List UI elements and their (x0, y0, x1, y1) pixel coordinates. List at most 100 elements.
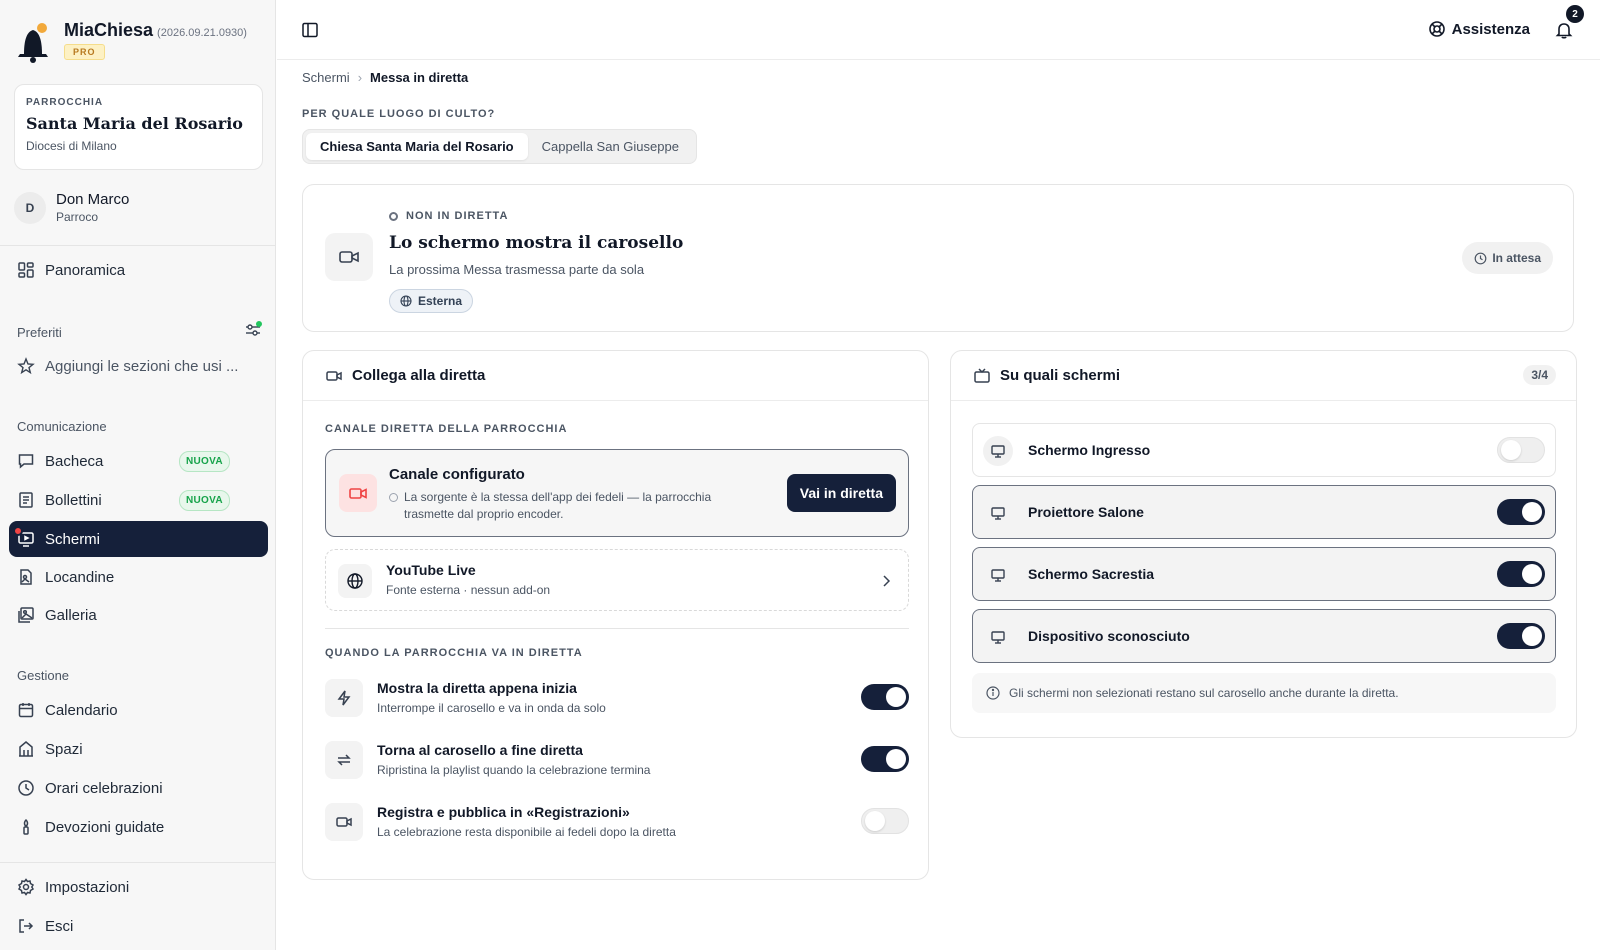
sidebar-item-impostazioni[interactable]: Impostazioni (9, 869, 268, 905)
status-subtitle: La prossima Messa trasmessa parte da sol… (389, 262, 645, 277)
venue-option-cappella[interactable]: Cappella San Giuseppe (528, 133, 693, 160)
option-show-live: Mostra la diretta appena inizia Interrom… (325, 677, 909, 717)
option-title: Mostra la diretta appena inizia (377, 680, 577, 696)
user-name: Don Marco (56, 191, 130, 208)
screen-item[interactable]: Schermo Sacrestia (972, 547, 1556, 601)
breadcrumb-parent[interactable]: Schermi (302, 70, 350, 85)
sidebar-item-spazi[interactable]: Spazi (9, 731, 268, 767)
monitor-icon (991, 507, 1005, 520)
source-chip: Esterna (389, 289, 474, 313)
help-button[interactable]: Assistenza (1428, 20, 1530, 38)
option-subtitle: Interrompe il carosello e va in onda da … (377, 701, 606, 715)
monitor-icon-box (983, 622, 1013, 652)
channel-description-text: La sorgente è la stessa dell'app dei fed… (404, 490, 712, 521)
back-to-carousel-toggle[interactable] (861, 746, 909, 772)
tv-icon (974, 367, 990, 383)
screen-toggle[interactable] (1497, 623, 1545, 649)
sidebar-item-bollettini[interactable]: Bollettini NUOVA (9, 482, 268, 518)
record-publish-toggle[interactable] (861, 808, 909, 834)
sidebar-item-bacheca[interactable]: Bacheca NUOVA (9, 443, 268, 479)
repeat-icon (337, 754, 351, 766)
top-bar: Assistenza 2 (277, 0, 1600, 60)
new-badge: NUOVA (179, 450, 230, 472)
screen-toggle[interactable] (1497, 561, 1545, 587)
sidebar-item-label: Bacheca (45, 452, 104, 470)
screens-card-header: Su quali schermi (951, 351, 1576, 401)
sidebar-item-label: Impostazioni (45, 878, 130, 896)
lifebuoy-icon (1428, 21, 1445, 37)
monitor-icon-box (983, 560, 1013, 590)
connect-live-card: Collega alla diretta CANALE DIRETTA DELL… (302, 350, 929, 880)
sidebar-item-locandine[interactable]: Locandine (9, 559, 268, 595)
screen-name: Proiettore Salone (1028, 504, 1144, 520)
sidebar-item-label: Orari celebrazioni (45, 779, 163, 797)
sidebar-item-schermi[interactable]: Schermi (9, 521, 268, 557)
divider (0, 245, 276, 246)
parish-card[interactable]: PARROCCHIA Santa Maria del Rosario Dioce… (14, 84, 263, 170)
chevron-right-icon (883, 575, 891, 587)
monitor-icon-box (983, 436, 1013, 466)
parish-label: PARROCCHIA (26, 97, 104, 108)
go-live-button[interactable]: Vai in diretta (786, 474, 896, 512)
configured-channel[interactable]: Canale configurato La sorgente è la stes… (325, 449, 909, 537)
option-title: Registra e pubblica in «Registrazioni» (377, 804, 630, 820)
venue-option-chiesa[interactable]: Chiesa Santa Maria del Rosario (306, 133, 528, 160)
video-camera-icon (336, 817, 352, 827)
sidebar-item-panoramica[interactable]: Panoramica (9, 252, 268, 288)
brand[interactable]: MiaChiesa (2026.09.21.0930) PRO (16, 20, 247, 64)
brand-version: (2026.09.21.0930) (157, 27, 247, 39)
sidebar-item-devozioni[interactable]: Devozioni guidate (9, 809, 268, 845)
channel-section-label: CANALE DIRETTA DELLA PARROCCHIA (325, 423, 568, 435)
screen-item[interactable]: Dispositivo sconosciuto (972, 609, 1556, 663)
screen-item[interactable]: Schermo Ingresso (972, 423, 1556, 477)
screens-card-title: Su quali schermi (1000, 367, 1121, 384)
sidebar-item-orari[interactable]: Orari celebrazioni (9, 770, 268, 806)
sidebar-item-esci[interactable]: Esci (9, 908, 268, 944)
sidebar-item-galleria[interactable]: Galleria (9, 597, 268, 633)
divider (325, 628, 909, 629)
edit-favorites-icon[interactable] (244, 321, 262, 339)
youtube-live-source[interactable]: YouTube Live Fonte esterna · nessun add-… (325, 549, 909, 611)
connect-card-header: Collega alla diretta (303, 351, 928, 401)
option-subtitle: Ripristina la playlist quando la celebra… (377, 763, 651, 777)
screen-toggle[interactable] (1497, 437, 1545, 463)
sidebar-item-label: Devozioni guidate (45, 818, 165, 836)
monitor-icon (991, 569, 1005, 582)
screen-item[interactable]: Proiettore Salone (972, 485, 1556, 539)
toggle-sidebar-icon[interactable] (301, 21, 319, 39)
poster-icon (20, 569, 32, 585)
sidebar-item-calendario[interactable]: Calendario (9, 692, 268, 728)
calendar-icon (18, 703, 34, 718)
bell-icon (1555, 23, 1573, 39)
show-live-toggle[interactable] (861, 684, 909, 710)
parish-diocese: Diocesi di Milano (26, 139, 117, 153)
channel-icon-box (339, 474, 377, 512)
option-record-publish: Registra e pubblica in «Registrazioni» L… (325, 801, 909, 841)
video-camera-icon (339, 251, 359, 263)
screen-name: Schermo Ingresso (1028, 442, 1151, 458)
channel-description: La sorgente è la stessa dell'app dei fed… (389, 489, 759, 523)
info-dot-icon (389, 493, 398, 502)
notifications-button[interactable]: 2 (1554, 5, 1584, 42)
sidebar-item-label: Esci (45, 917, 74, 935)
screen-toggle[interactable] (1497, 499, 1545, 525)
monitor-icon (991, 445, 1005, 458)
favorites-hint[interactable]: Aggiungi le sezioni che usi ... (9, 348, 268, 384)
screen-name: Dispositivo sconosciuto (1028, 628, 1190, 644)
plan-badge: PRO (64, 44, 105, 60)
user-profile[interactable]: D Don Marco Parroco (14, 191, 129, 224)
monitor-icon (991, 631, 1005, 644)
video-camera-icon (349, 488, 367, 499)
clock-icon (18, 780, 34, 796)
bell-logo-icon (18, 23, 48, 63)
screen-name: Schermo Sacrestia (1028, 566, 1155, 582)
globe-icon (400, 295, 412, 307)
grid-icon (18, 262, 34, 278)
globe-icon (347, 573, 363, 589)
screens-note: Gli schermi non selezionati restano sul … (972, 673, 1556, 713)
connect-card-title: Collega alla diretta (352, 367, 486, 384)
option-title: Torna al carosello a fine diretta (377, 742, 583, 758)
lightning-icon (337, 690, 351, 706)
info-icon (986, 686, 1000, 700)
channel-title: Canale configurato (389, 466, 525, 483)
